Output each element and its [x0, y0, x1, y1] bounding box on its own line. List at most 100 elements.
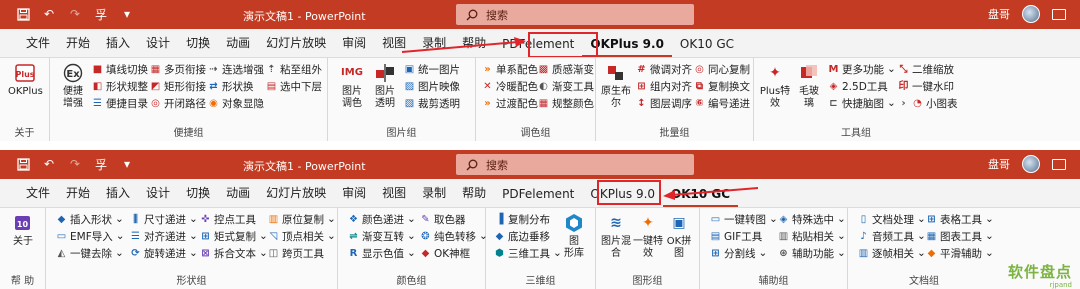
gif-tool-button[interactable]: ▤ GIF工具	[710, 228, 763, 244]
cross-page-button[interactable]: ◫ 跨页工具	[268, 245, 324, 261]
tab-record[interactable]: 录制	[414, 34, 454, 57]
tab-review[interactable]: 审阅	[334, 184, 374, 207]
cool-warm-button[interactable]: ✕ 冷暖配色	[482, 78, 538, 94]
format-icon[interactable]: 孚	[92, 156, 110, 172]
graphic-lib-button[interactable]: 图 形库	[558, 212, 590, 260]
shape-swap-button[interactable]: ⇄ 形状换	[208, 78, 253, 94]
fine-align-button[interactable]: # 微调对齐	[636, 61, 692, 77]
tab-view[interactable]: 视图	[374, 34, 414, 57]
tab-pdfelement[interactable]: PDFelement	[494, 187, 582, 207]
tab-insert[interactable]: 插入	[98, 184, 138, 207]
undo-icon[interactable]: ↶	[40, 156, 58, 172]
img-color-button[interactable]: IMG 图片 调色	[336, 62, 368, 110]
format-icon[interactable]: 孚	[92, 6, 110, 22]
quick-brain-button[interactable]: ⊏ 快捷脑图 ⌄	[828, 95, 896, 111]
tab-ok10gc[interactable]: OK10 GC	[663, 187, 739, 207]
bottom-move-button[interactable]: ◆ 底边垂移	[494, 228, 550, 244]
tab-home[interactable]: 开始	[58, 184, 98, 207]
secondary-zoom-button[interactable]: ⤡ 二维缩放	[898, 61, 955, 77]
tab-animations[interactable]: 动画	[218, 184, 258, 207]
one-remove-button[interactable]: ◭ 一键去除 ⌄	[56, 245, 124, 261]
save-icon[interactable]	[14, 156, 32, 172]
transition-color-button[interactable]: » 过渡配色	[482, 95, 538, 111]
tab-ok10gc[interactable]: OK10 GC	[672, 37, 742, 57]
plus-effect-button[interactable]: ✦ Plus特 效	[758, 62, 792, 110]
qat-dropdown-icon[interactable]: ▾	[118, 6, 136, 22]
threed-tool-button[interactable]: ⬢ 三维工具 ⌄	[494, 245, 562, 261]
tab-slideshow[interactable]: 幻灯片放映	[258, 184, 334, 207]
color-step-button[interactable]: ❖ 颜色递进 ⌄	[348, 211, 416, 227]
origin-copy-button[interactable]: ▥ 原位复制 ⌄	[268, 211, 336, 227]
search-box[interactable]: 搜索	[456, 4, 694, 25]
emf-import-button[interactable]: ▭ EMF导入 ⌄	[56, 228, 125, 244]
tab-design[interactable]: 设计	[138, 34, 178, 57]
tool-25d-button[interactable]: ◈ 2.5D工具	[828, 78, 888, 94]
rect-join-button[interactable]: ◩ 矩形衔接	[150, 78, 206, 94]
ribbon-display-icon[interactable]	[1052, 158, 1066, 170]
grad-tool-button[interactable]: ◐ 渐变工具	[538, 78, 594, 94]
same-copy-button[interactable]: ◎ 同心复制	[694, 61, 750, 77]
qat-dropdown-icon[interactable]: ▾	[118, 156, 136, 172]
tab-design[interactable]: 设计	[138, 184, 178, 207]
save-icon[interactable]	[14, 6, 32, 22]
ribbon-display-icon[interactable]	[1052, 8, 1066, 20]
img-trans-button[interactable]: 图片 透明	[370, 62, 400, 110]
fill-line-button[interactable]: ■ 填线切换	[92, 61, 148, 77]
single-color-button[interactable]: » 单系配色	[482, 61, 538, 77]
number-seq-button[interactable]: ⑥ 编号递进	[694, 95, 750, 111]
insert-shape-button[interactable]: ◆ 插入形状 ⌄	[56, 211, 124, 227]
obj-hide-button[interactable]: ◉ 对象显隐	[208, 95, 264, 111]
undo-icon[interactable]: ↶	[40, 6, 58, 22]
tab-review[interactable]: 审阅	[334, 34, 374, 57]
vertex-related-button[interactable]: ◹ 顶点相关 ⌄	[268, 228, 336, 244]
tab-file[interactable]: 文件	[18, 184, 58, 207]
conn-enhance-button[interactable]: ⇢ 连选增强	[208, 61, 264, 77]
tab-okplus[interactable]: OKPlus 9.0	[582, 37, 672, 57]
select-layer-button[interactable]: ▤ 选中下层	[266, 78, 322, 94]
avatar[interactable]	[1022, 5, 1040, 23]
one-convert-button[interactable]: ▭ 一键转图 ⌄	[710, 211, 778, 227]
show-color-button[interactable]: R 显示色值 ⌄	[348, 245, 416, 261]
redo-icon[interactable]: ↷	[66, 6, 84, 22]
tab-help[interactable]: 帮助	[454, 184, 494, 207]
aux-func-button[interactable]: ⊛ 辅助功能 ⌄	[778, 245, 846, 261]
paste-related-button[interactable]: ▥ 粘贴相关 ⌄	[778, 228, 846, 244]
ctrl-tool-button[interactable]: ✜ 控点工具	[200, 211, 256, 227]
grad-swap-button[interactable]: ⇌ 渐变互转 ⌄	[348, 228, 416, 244]
redo-icon[interactable]: ↷	[66, 156, 84, 172]
split-line-button[interactable]: ⊞ 分割线 ⌄	[710, 245, 767, 261]
tab-record[interactable]: 录制	[414, 184, 454, 207]
ok-collage-button[interactable]: ▣ OK拼 图	[664, 212, 694, 260]
tab-file[interactable]: 文件	[18, 34, 58, 57]
copy-swap-button[interactable]: ⧉ 复制换文	[694, 78, 750, 94]
open-path-button[interactable]: ◎ 开闭路径	[150, 95, 206, 111]
audio-tool-button[interactable]: ♪ 音频工具 ⌄	[858, 228, 926, 244]
split-text-button[interactable]: ⊠ 拆合文本 ⌄	[200, 245, 268, 261]
align-step-button[interactable]: ☰ 对齐递进 ⌄	[130, 228, 198, 244]
avatar[interactable]	[1022, 155, 1040, 173]
tab-transitions[interactable]: 切换	[178, 184, 218, 207]
tab-help[interactable]: 帮助	[454, 34, 494, 57]
smooth-aux-button[interactable]: ◆ 平滑辅助 ⌄	[926, 245, 994, 261]
crop-trans-button[interactable]: ▧ 裁剪透明	[404, 95, 460, 111]
tab-home[interactable]: 开始	[58, 34, 98, 57]
one-watermark-button[interactable]: 印一键水印	[898, 78, 955, 94]
img-mix-button[interactable]: ≋ 图片混 合	[600, 212, 632, 260]
img-mirror-button[interactable]: ▨ 图片映像	[404, 78, 460, 94]
quick-toc-button[interactable]: ☰ 便捷目录	[92, 95, 148, 111]
spec-color-button[interactable]: ▦ 规整颜色	[538, 95, 594, 111]
okplus-button[interactable]: Plus OKPlus	[8, 62, 43, 98]
special-select-button[interactable]: ◈ 特殊选中 ⌄	[778, 211, 846, 227]
pure-swap-button[interactable]: ❂ 纯色转移 ⌄	[420, 228, 488, 244]
tab-animations[interactable]: 动画	[218, 34, 258, 57]
tab-view[interactable]: 视图	[374, 184, 414, 207]
matrix-copy-button[interactable]: ⊞ 矩式复制 ⌄	[200, 228, 268, 244]
tab-transitions[interactable]: 切换	[178, 34, 218, 57]
mini-chart-button[interactable]: › ◔ 小图表	[898, 95, 957, 111]
table-tool-button[interactable]: ⊞ 表格工具 ⌄	[926, 211, 994, 227]
doc-process-button[interactable]: ▯ 文档处理 ⌄	[858, 211, 926, 227]
search-box[interactable]: 搜索	[456, 154, 694, 175]
layer-order-button[interactable]: ↕ 图层调序	[636, 95, 692, 111]
size-step-button[interactable]: ⫼ 尺寸递进 ⌄	[130, 211, 198, 227]
origin-distrib-button[interactable]: 原生布 尔	[600, 62, 632, 110]
